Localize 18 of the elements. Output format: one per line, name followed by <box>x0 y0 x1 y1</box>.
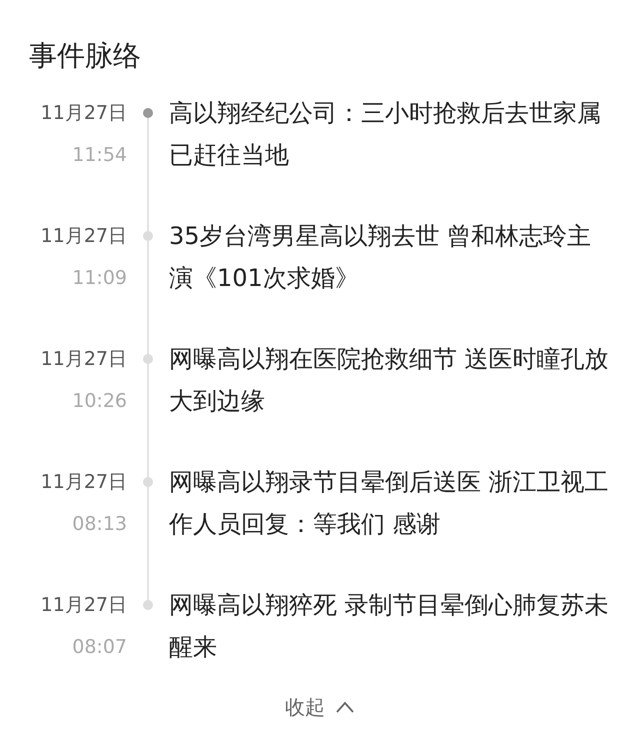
event-headline[interactable]: 35岁台湾男星高以翔去世 曾和林志玲主演《101次求婚》 <box>169 215 609 299</box>
event-headline[interactable]: 网曝高以翔录节目晕倒后送医 浙江卫视工作人员回复：等我们 感谢 <box>169 461 609 545</box>
chevron-up-icon <box>335 701 355 713</box>
event-date: 11月27日 <box>40 101 127 126</box>
event-time: 11:09 <box>72 266 127 291</box>
event-time: 08:13 <box>72 512 127 537</box>
event-time: 11:54 <box>72 143 127 168</box>
event-time: 10:26 <box>72 389 127 414</box>
section-title: 事件脉络 <box>29 38 142 74</box>
event-headline[interactable]: 高以翔经纪公司：三小时抢救后去世家属已赶往当地 <box>169 92 609 176</box>
event-headline[interactable]: 网曝高以翔猝死 录制节目晕倒心肺复苏未醒来 <box>169 584 609 668</box>
collapse-button[interactable]: 收起 <box>285 692 355 722</box>
event-time: 08:07 <box>72 635 127 660</box>
event-date: 11月27日 <box>40 224 127 249</box>
event-date: 11月27日 <box>40 470 127 495</box>
event-date: 11月27日 <box>40 347 127 372</box>
event-headline[interactable]: 网曝高以翔在医院抢救细节 送医时瞳孔放大到边缘 <box>169 338 609 422</box>
event-date: 11月27日 <box>40 593 127 618</box>
